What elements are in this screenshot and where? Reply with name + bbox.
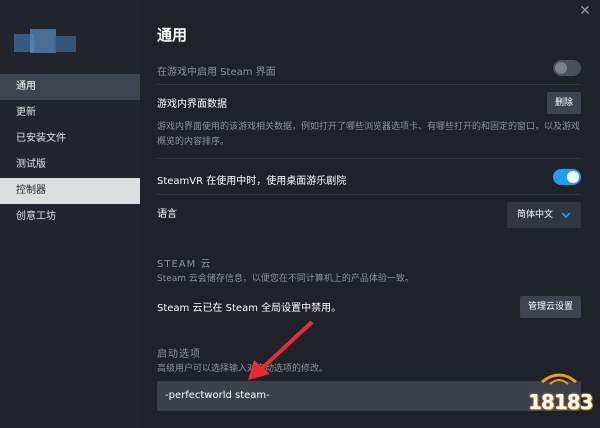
language-row: 语言 简体中文	[157, 202, 581, 228]
sidebar-item-general[interactable]: 通用	[0, 74, 140, 100]
launch-options-header: 启动选项	[157, 349, 201, 360]
divider	[157, 158, 581, 159]
ingame-data-desc: 游戏内界面使用的该游戏相关数据，例如打开了哪些浏览器选项卡、有哪些打开的和固定的…	[157, 122, 581, 147]
overlay-toggle[interactable]	[553, 60, 581, 76]
sidebar: 通用 更新 已安装文件 测试版 控制器 创意工坊	[0, 0, 140, 428]
watermark-text: 18183	[528, 390, 594, 414]
sidebar-item-controller[interactable]: 控制器	[0, 178, 140, 204]
ingame-data-row: 游戏内界面数据 删除	[157, 92, 581, 114]
game-logo	[14, 26, 76, 58]
language-select[interactable]: 简体中文	[507, 202, 581, 228]
cloud-row: Steam 云已在 Steam 全局设置中禁用。 管理云设置	[157, 296, 581, 318]
sidebar-item-workshop[interactable]: 创意工坊	[0, 204, 140, 230]
steamvr-label: SteamVR 在使用中时，使用桌面游乐剧院	[157, 176, 347, 187]
language-select-value: 简体中文	[517, 210, 554, 220]
settings-panel: ✕ 通用 在游戏中启用 Steam 界面 游戏内界面数据 删除 游戏内界面使用的…	[140, 0, 600, 428]
chevron-down-icon	[561, 212, 571, 219]
sidebar-item-betas[interactable]: 测试版	[0, 152, 140, 178]
close-icon[interactable]: ✕	[578, 4, 592, 18]
overlay-label: 在游戏中启用 Steam 界面	[157, 67, 276, 78]
sidebar-item-updates[interactable]: 更新	[0, 100, 140, 126]
ingame-data-label: 游戏内界面数据	[157, 99, 227, 110]
divider	[157, 84, 581, 85]
sidebar-nav: 通用 更新 已安装文件 测试版 控制器 创意工坊	[0, 74, 140, 230]
cloud-desc: Steam 云会储存信息，以便您在不同计算机上的产品体验一致。	[157, 274, 414, 284]
overlay-row: 在游戏中启用 Steam 界面	[157, 60, 581, 78]
watermark-logo: 18183	[524, 368, 594, 420]
cloud-disabled-label: Steam 云已在 Steam 全局设置中禁用。	[157, 303, 342, 314]
launch-options-desc: 高级用户可以选择输入对启动选项的修改。	[157, 364, 329, 374]
launch-options-input[interactable]: -perfectworld steam-	[157, 381, 581, 411]
divider	[157, 194, 581, 195]
cloud-section-header: STEAM 云	[157, 259, 212, 270]
steamvr-toggle[interactable]	[553, 169, 581, 185]
delete-button[interactable]: 删除	[546, 92, 581, 114]
steamvr-row: SteamVR 在使用中时，使用桌面游乐剧院	[157, 169, 581, 187]
manage-cloud-button[interactable]: 管理云设置	[519, 296, 581, 318]
language-label: 语言	[157, 209, 177, 220]
page-title: 通用	[157, 26, 188, 44]
sidebar-item-installed-files[interactable]: 已安装文件	[0, 126, 140, 152]
